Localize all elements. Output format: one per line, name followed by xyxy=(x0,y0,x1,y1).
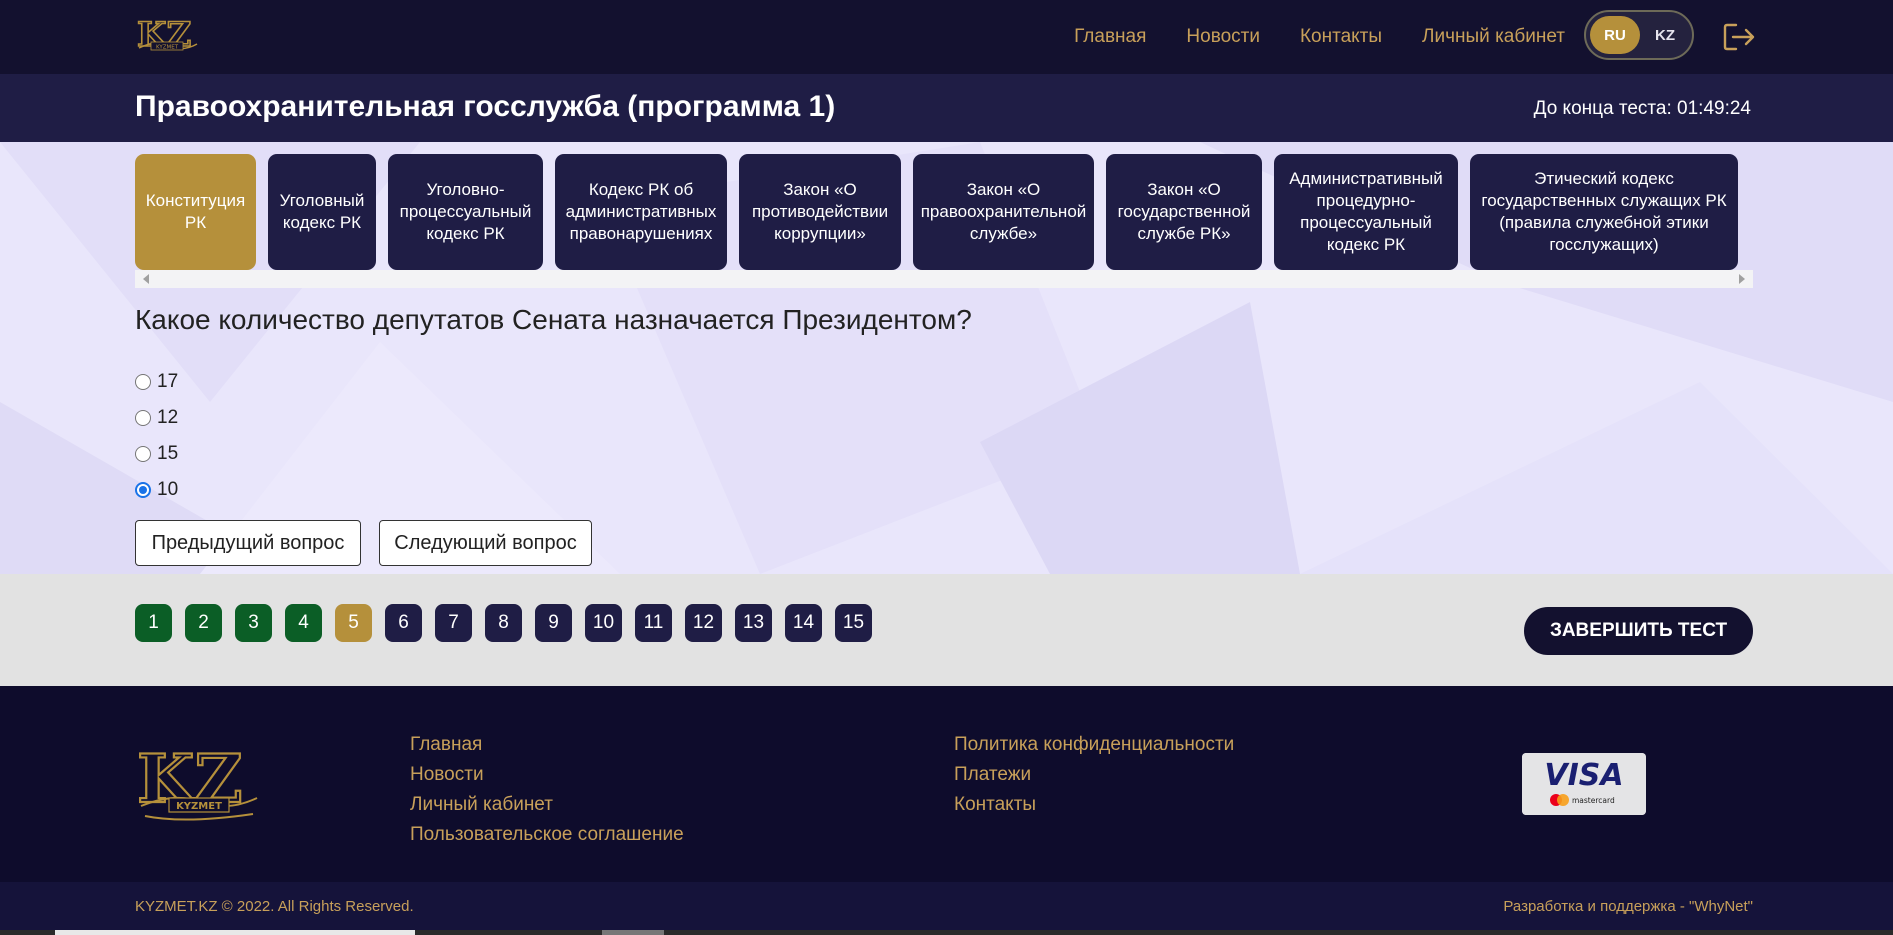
logout-icon[interactable] xyxy=(1722,22,1756,52)
svg-text:mastercard: mastercard xyxy=(1572,796,1615,805)
answer-label: 12 xyxy=(157,407,179,428)
footer-link-contacts[interactable]: Контакты xyxy=(954,790,1234,820)
question-number[interactable]: 12 xyxy=(685,604,722,642)
footer: KZ KYZMET Главная Новости Личный кабинет… xyxy=(0,686,1893,882)
question-text: Какое количество депутатов Сената назнач… xyxy=(135,304,972,335)
visa-mastercard-logo: VISA mastercard xyxy=(1522,753,1646,815)
tab-criminal-procedure-code[interactable]: Уголовно-процессуальный кодекс РК xyxy=(388,154,543,270)
answer-option[interactable]: 17 xyxy=(135,364,178,400)
question-number[interactable]: 9 xyxy=(535,604,572,642)
test-timer: До конца теста: 01:49:24 xyxy=(1533,98,1751,119)
tab-constitution[interactable]: Конституция РК xyxy=(135,154,256,270)
tab-administrative-procedure-code[interactable]: Административный процедурно-процессуальн… xyxy=(1274,154,1458,270)
kyzmet-logo[interactable]: KZ KYZMET xyxy=(135,740,261,828)
nav-news[interactable]: Новости xyxy=(1186,26,1260,48)
previous-question-button[interactable]: Предыдущий вопрос xyxy=(135,520,361,566)
footer-link-payments[interactable]: Платежи xyxy=(954,760,1234,790)
svg-text:VISA: VISA xyxy=(1544,758,1623,793)
scroll-right-icon[interactable] xyxy=(1739,274,1745,284)
question-number[interactable]: 6 xyxy=(385,604,422,642)
answer-radio[interactable] xyxy=(135,482,151,498)
answer-label: 17 xyxy=(157,371,179,392)
footer-link-privacy[interactable]: Политика конфиденциальности xyxy=(954,730,1234,760)
page-title: Правоохранительная госслужба (программа … xyxy=(135,90,836,123)
copyright-text: KYZMET.KZ © 2022. All Rights Reserved. xyxy=(135,898,414,915)
top-navbar: KZ KYZMET Главная Новости Контакты Личны… xyxy=(0,0,1893,74)
developer-credit[interactable]: Разработка и поддержка - "WhyNet" xyxy=(1503,898,1753,915)
question-number[interactable]: 8 xyxy=(485,604,522,642)
page-horizontal-scrollbar[interactable] xyxy=(0,930,1893,935)
tab-administrative-offenses-code[interactable]: Кодекс РК об административных правонаруш… xyxy=(555,154,727,270)
question-number[interactable]: 4 xyxy=(285,604,322,642)
main-nav: Главная Новости Контакты Личный кабинет xyxy=(1074,0,1565,74)
answer-label: 10 xyxy=(157,479,179,500)
question-number[interactable]: 2 xyxy=(185,604,222,642)
svg-text:KYZMET: KYZMET xyxy=(176,801,222,812)
lang-ru-button[interactable]: RU xyxy=(1590,16,1640,54)
tab-law-enforcement-service-law[interactable]: Закон «О правоохранительной службе» xyxy=(913,154,1094,270)
finish-test-button[interactable]: ЗАВЕРШИТЬ ТЕСТ xyxy=(1524,607,1753,655)
svg-text:KYZMET: KYZMET xyxy=(156,45,179,51)
question-number[interactable]: 15 xyxy=(835,604,872,642)
answer-options: 17 12 15 10 xyxy=(135,364,178,508)
answer-radio[interactable] xyxy=(135,374,151,390)
question-number[interactable]: 11 xyxy=(635,604,672,642)
answer-option[interactable]: 12 xyxy=(135,400,178,436)
question-number[interactable]: 1 xyxy=(135,604,172,642)
footer-link-agreement[interactable]: Пользовательское соглашение xyxy=(410,820,684,850)
footer-link-cabinet[interactable]: Личный кабинет xyxy=(410,790,684,820)
copyright-bar: KYZMET.KZ © 2022. All Rights Reserved. Р… xyxy=(0,882,1893,935)
answer-option[interactable]: 10 xyxy=(135,472,178,508)
kyzmet-logo[interactable]: KZ KYZMET xyxy=(135,12,199,58)
answer-label: 15 xyxy=(157,443,179,464)
tab-civil-service-law[interactable]: Закон «О государственной службе РК» xyxy=(1106,154,1262,270)
footer-links-2: Политика конфиденциальности Платежи Конт… xyxy=(954,730,1234,820)
question-area: Конституция РК Уголовный кодекс РК Уголо… xyxy=(0,142,1893,574)
footer-links-1: Главная Новости Личный кабинет Пользоват… xyxy=(410,730,684,850)
question-number[interactable]: 13 xyxy=(735,604,772,642)
lang-kz-button[interactable]: KZ xyxy=(1640,16,1690,54)
nav-home[interactable]: Главная xyxy=(1074,26,1146,48)
question-number[interactable]: 7 xyxy=(435,604,472,642)
scrollbar-thumb[interactable] xyxy=(55,930,415,935)
question-number[interactable]: 14 xyxy=(785,604,822,642)
question-number-current[interactable]: 5 xyxy=(335,604,372,642)
scrollbar-thumb[interactable] xyxy=(602,930,664,935)
answer-option[interactable]: 15 xyxy=(135,436,178,472)
scroll-left-icon[interactable] xyxy=(143,274,149,284)
test-header: Правоохранительная госслужба (программа … xyxy=(0,74,1893,142)
tab-criminal-code[interactable]: Уголовный кодекс РК xyxy=(268,154,376,270)
nav-cabinet[interactable]: Личный кабинет xyxy=(1422,26,1565,48)
answer-radio[interactable] xyxy=(135,446,151,462)
language-switch: RU KZ xyxy=(1584,10,1694,60)
question-number[interactable]: 10 xyxy=(585,604,622,642)
category-tabs: Конституция РК Уголовный кодекс РК Уголо… xyxy=(135,154,1753,270)
question-numbers: 1 2 3 4 5 6 7 8 9 10 11 12 13 14 15 xyxy=(135,604,872,642)
tab-anti-corruption-law[interactable]: Закон «О противодействии коррупции» xyxy=(739,154,901,270)
next-question-button[interactable]: Следующий вопрос xyxy=(379,520,592,566)
footer-link-news[interactable]: Новости xyxy=(410,760,684,790)
tab-ethics-code[interactable]: Этический кодекс государственных служащи… xyxy=(1470,154,1738,270)
question-pager: 1 2 3 4 5 6 7 8 9 10 11 12 13 14 15 ЗАВЕ… xyxy=(0,574,1893,686)
footer-link-home[interactable]: Главная xyxy=(410,730,684,760)
nav-contacts[interactable]: Контакты xyxy=(1300,26,1382,48)
question-number[interactable]: 3 xyxy=(235,604,272,642)
answer-radio[interactable] xyxy=(135,410,151,426)
tabs-scrollbar[interactable] xyxy=(135,270,1753,288)
